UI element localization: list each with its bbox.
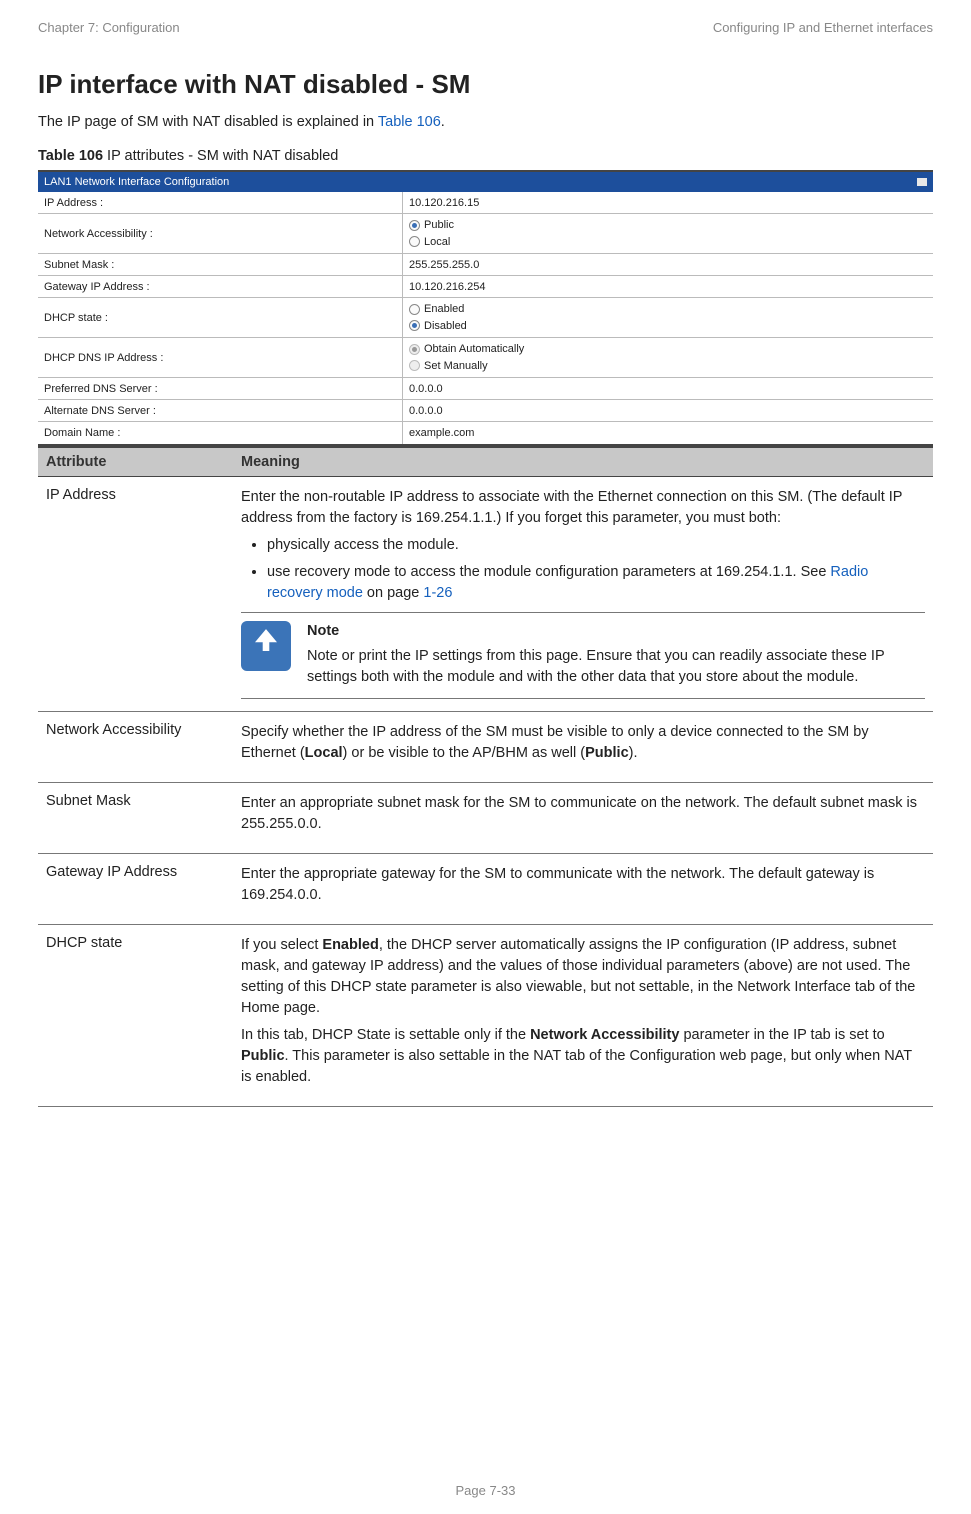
r5-p2-post: . This parameter is also settable in the… (241, 1048, 912, 1085)
r5-p2-b1: Network Accessibility (530, 1027, 679, 1043)
na-label: Network Accessibility : (38, 214, 403, 253)
r2-post: ). (629, 745, 638, 761)
header-right: Configuring IP and Ethernet interfaces (713, 20, 933, 35)
r2-b1: Local (305, 745, 343, 761)
r4-attr: Gateway IP Address (38, 864, 233, 912)
dns-radio-auto (409, 344, 420, 355)
adns-value[interactable]: 0.0.0.0 (403, 402, 933, 420)
dns-radio-manual (409, 360, 420, 371)
note-text: Note or print the IP settings from this … (307, 646, 925, 688)
page-title: IP interface with NAT disabled - SM (38, 69, 933, 100)
ip-label: IP Address : (38, 192, 403, 213)
r3-meaning: Enter an appropriate subnet mask for the… (233, 793, 933, 841)
cfg-row-dns: DHCP DNS IP Address : Obtain Automatical… (38, 338, 933, 378)
na-opt2: Local (424, 234, 450, 251)
r2-meaning: Specify whether the IP address of the SM… (233, 722, 933, 770)
row-gateway-ip: Gateway IP Address Enter the appropriate… (38, 854, 933, 925)
pdns-value[interactable]: 0.0.0.0 (403, 380, 933, 398)
r5-p1-pre: If you select (241, 937, 322, 953)
dhcp-radio-disabled[interactable] (409, 320, 420, 331)
r2-attr: Network Accessibility (38, 722, 233, 770)
dns-label: DHCP DNS IP Address : (38, 338, 403, 377)
cfg-row-adns: Alternate DNS Server : 0.0.0.0 (38, 400, 933, 422)
intro-post: . (441, 114, 445, 130)
r5-attr: DHCP state (38, 935, 233, 1094)
intro-paragraph: The IP page of SM with NAT disabled is e… (38, 114, 933, 130)
dhcp-radio-enabled[interactable] (409, 304, 420, 315)
dhcp-opt2: Disabled (424, 318, 467, 335)
note-title: Note (307, 621, 925, 642)
caption-rest: IP attributes - SM with NAT disabled (103, 148, 338, 164)
cfg-row-na: Network Accessibility : Public Local (38, 214, 933, 254)
r4-meaning: Enter the appropriate gateway for the SM… (233, 864, 933, 912)
r3-attr: Subnet Mask (38, 793, 233, 841)
r1-li2-pre: use recovery mode to access the module c… (267, 564, 830, 580)
row-subnet-mask: Subnet Mask Enter an appropriate subnet … (38, 783, 933, 854)
th-meaning: Meaning (233, 448, 933, 476)
r1-li2-link2[interactable]: 1-26 (423, 585, 452, 601)
intro-pre: The IP page of SM with NAT disabled is e… (38, 114, 378, 130)
row-dhcp-state: DHCP state If you select Enabled, the DH… (38, 925, 933, 1107)
r5-p2-mid: parameter in the IP tab is set to (679, 1027, 884, 1043)
r2-b2: Public (585, 745, 629, 761)
cfg-row-pdns: Preferred DNS Server : 0.0.0.0 (38, 378, 933, 400)
subnet-value[interactable]: 255.255.255.0 (403, 256, 933, 274)
r2-mid: ) or be visible to the AP/BHM as well ( (343, 745, 586, 761)
r1-attr: IP Address (38, 487, 233, 699)
pdns-label: Preferred DNS Server : (38, 378, 403, 399)
na-value: Public Local (403, 214, 933, 253)
subnet-label: Subnet Mask : (38, 254, 403, 275)
dns-opt1: Obtain Automatically (424, 341, 524, 358)
r5-p2-pre: In this tab, DHCP State is settable only… (241, 1027, 530, 1043)
cfg-row-gw: Gateway IP Address : 10.120.216.254 (38, 276, 933, 298)
r5-p2-b2: Public (241, 1048, 285, 1064)
r1-p1: Enter the non-routable IP address to ass… (241, 487, 925, 529)
dhcp-opt1: Enabled (424, 301, 464, 318)
r5-p1-b: Enabled (322, 937, 378, 953)
na-opt1: Public (424, 217, 454, 234)
cfg-row-ip: IP Address : 10.120.216.15 (38, 192, 933, 214)
note-box: Note Note or print the IP settings from … (241, 612, 925, 699)
note-icon (241, 621, 291, 671)
gw-value[interactable]: 10.120.216.254 (403, 278, 933, 296)
config-panel: LAN1 Network Interface Configuration IP … (38, 170, 933, 446)
caption-bold: Table 106 (38, 148, 103, 164)
th-attribute: Attribute (38, 448, 233, 476)
r1-li1: physically access the module. (267, 535, 925, 556)
row-ip-address: IP Address Enter the non-routable IP add… (38, 477, 933, 712)
domain-label: Domain Name : (38, 422, 403, 444)
r5-meaning: If you select Enabled, the DHCP server a… (233, 935, 933, 1094)
page-header: Chapter 7: Configuration Configuring IP … (38, 20, 933, 35)
row-network-accessibility: Network Accessibility Specify whether th… (38, 712, 933, 783)
panel-title: LAN1 Network Interface Configuration (44, 176, 229, 188)
dns-opt2: Set Manually (424, 358, 488, 375)
dhcp-value: Enabled Disabled (403, 298, 933, 337)
na-radio-public[interactable] (409, 220, 420, 231)
na-radio-local[interactable] (409, 236, 420, 247)
domain-value[interactable]: example.com (403, 424, 933, 442)
table-caption: Table 106 IP attributes - SM with NAT di… (38, 148, 933, 164)
cfg-row-domain: Domain Name : example.com (38, 422, 933, 444)
gw-label: Gateway IP Address : (38, 276, 403, 297)
r3-p: Enter an appropriate subnet mask for the… (241, 793, 925, 835)
dhcp-label: DHCP state : (38, 298, 403, 337)
intro-link[interactable]: Table 106 (378, 114, 441, 130)
page-footer: Page 7-33 (0, 1483, 971, 1498)
r4-p: Enter the appropriate gateway for the SM… (241, 864, 925, 906)
panel-header: LAN1 Network Interface Configuration (38, 172, 933, 192)
ip-value[interactable]: 10.120.216.15 (403, 194, 933, 212)
attr-head: Attribute Meaning (38, 448, 933, 477)
attribute-table: Attribute Meaning IP Address Enter the n… (38, 446, 933, 1107)
note-body: Note Note or print the IP settings from … (307, 621, 925, 688)
header-left: Chapter 7: Configuration (38, 20, 180, 35)
cfg-row-subnet: Subnet Mask : 255.255.255.0 (38, 254, 933, 276)
adns-label: Alternate DNS Server : (38, 400, 403, 421)
cfg-row-dhcp: DHCP state : Enabled Disabled (38, 298, 933, 338)
r1-li2-mid: on page (363, 585, 423, 601)
minimize-icon[interactable] (917, 178, 927, 186)
r1-li2: use recovery mode to access the module c… (267, 562, 925, 604)
dns-value: Obtain Automatically Set Manually (403, 338, 933, 377)
r1-meaning: Enter the non-routable IP address to ass… (233, 487, 933, 699)
